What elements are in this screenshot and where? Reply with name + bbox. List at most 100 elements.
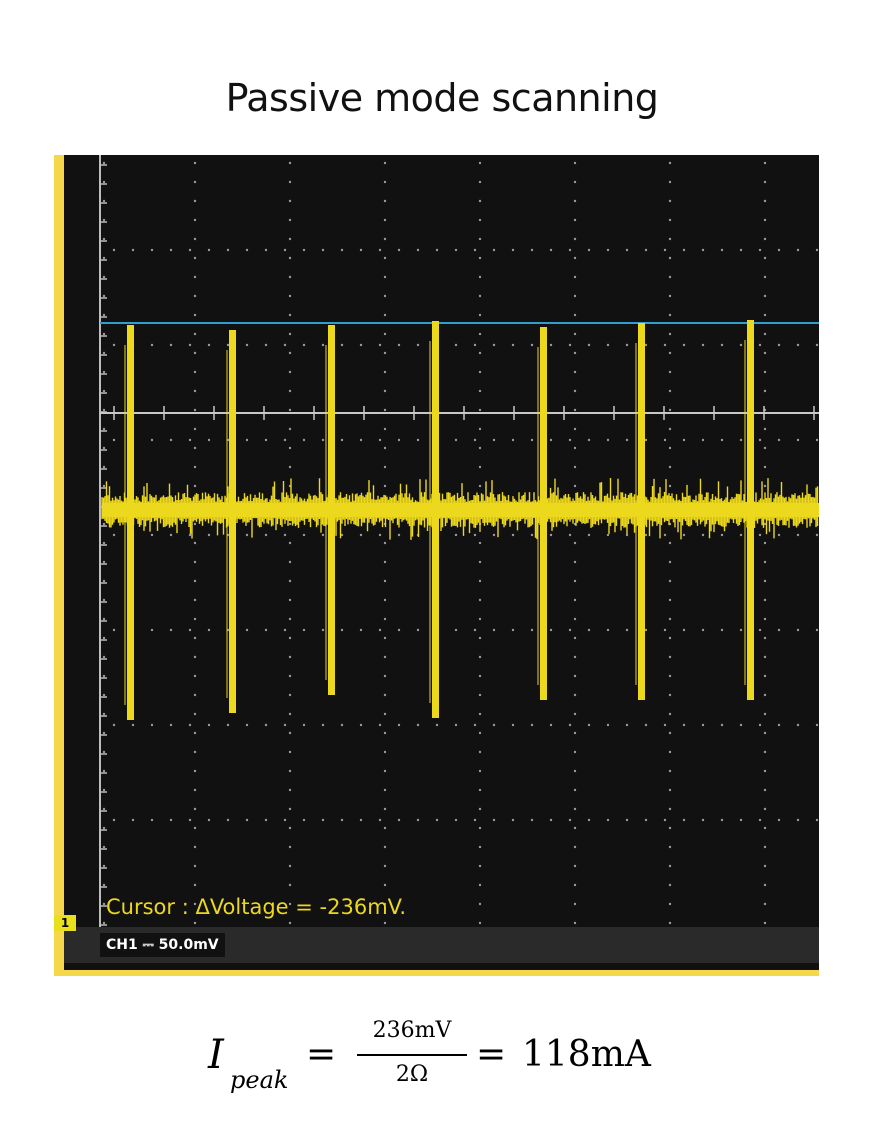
grid-dot (102, 769, 106, 773)
grid-dot (682, 628, 686, 632)
grid-dot (288, 750, 292, 754)
grid-dot (397, 818, 401, 822)
grid-dot (625, 818, 629, 822)
grid-dot (473, 438, 477, 442)
grid-dot (511, 628, 515, 632)
grid-dot (264, 248, 268, 252)
grid-dot (549, 343, 553, 347)
grid-dot (668, 541, 672, 545)
grid-dot (102, 522, 106, 526)
grid-dot (102, 712, 106, 716)
grid-dot (102, 636, 106, 640)
grid-dot (288, 883, 292, 887)
grid-dot (102, 465, 106, 469)
grid-dot (492, 818, 496, 822)
grid-dot (416, 723, 420, 727)
grid-dot (777, 723, 781, 727)
grid-dot (102, 332, 106, 336)
grid-dot (112, 818, 116, 822)
grid-dot (226, 248, 230, 252)
grid-dot (758, 533, 762, 537)
grid-dot (663, 343, 667, 347)
grid-dot (763, 674, 767, 678)
channel-scale-label[interactable]: CH1 ⎓ 50.0mV (100, 933, 225, 957)
grid-dot (573, 579, 577, 583)
grid-dot (193, 294, 197, 298)
grid-dot (383, 294, 387, 298)
grid-dot (193, 237, 197, 241)
grid-dot (478, 712, 482, 716)
grid-dot (321, 248, 325, 252)
grid-dot (378, 343, 382, 347)
grid-dot (720, 723, 724, 727)
grid-dot (573, 275, 577, 279)
grid-dot (454, 723, 458, 727)
grid-dot (288, 788, 292, 792)
grid-dot (668, 598, 672, 602)
grid-dot (193, 845, 197, 849)
grid-dot (193, 617, 197, 621)
grid-dot (288, 313, 292, 317)
grid-dot (102, 351, 106, 355)
grid-dot (668, 332, 672, 336)
grid-dot (150, 723, 154, 727)
grid-dot (758, 343, 762, 347)
grid-dot (478, 427, 482, 431)
grid-dot (340, 343, 344, 347)
grid-dot (668, 446, 672, 450)
grid-dot (763, 617, 767, 621)
grid-dot (478, 199, 482, 203)
grid-dot (102, 579, 106, 583)
grid-dot (573, 313, 577, 317)
grid-dot (288, 674, 292, 678)
grid-dot (397, 248, 401, 252)
grid-dot (511, 248, 515, 252)
grid-dot (668, 294, 672, 298)
formula-fraction-bar (357, 1054, 467, 1056)
grid-dot (573, 237, 577, 241)
grid-dot (530, 628, 534, 632)
grid-dot (682, 723, 686, 727)
grid-dot (668, 731, 672, 735)
waveform-plot (99, 155, 819, 927)
grid-dot (193, 655, 197, 659)
grid-dot (573, 332, 577, 336)
grid-dot (682, 438, 686, 442)
grid-dot (102, 199, 106, 203)
grid-dot (668, 655, 672, 659)
grid-dot (383, 921, 387, 925)
grid-dot (340, 723, 344, 727)
grid-dot (511, 438, 515, 442)
formula-equals: = (306, 1034, 337, 1075)
formula-lhs: I (208, 1032, 224, 1078)
grid-dot (102, 313, 106, 317)
grid-dot (668, 845, 672, 849)
grid-dot (549, 723, 553, 727)
grid-dot (530, 438, 534, 442)
grid-dot (625, 723, 629, 727)
grid-dot (102, 731, 106, 735)
channel-1-ground-marker-icon[interactable]: 1 (54, 915, 76, 931)
grid-dot (383, 180, 387, 184)
grid-dot (668, 921, 672, 925)
grid-dot (340, 628, 344, 632)
grid-dot (478, 788, 482, 792)
grid-dot (668, 313, 672, 317)
grid-dot (383, 693, 387, 697)
grid-dot (207, 628, 211, 632)
grid-dot (739, 533, 743, 537)
grid-dot (340, 248, 344, 252)
grid-dot (492, 628, 496, 632)
grid-dot (478, 674, 482, 678)
grid-dot (668, 180, 672, 184)
grid-dot (530, 343, 534, 347)
grid-dot (777, 343, 781, 347)
grid-dot (264, 438, 268, 442)
grid-dot (668, 579, 672, 583)
grid-dot (150, 533, 154, 537)
trace-spike (328, 325, 335, 695)
grid-dot (763, 484, 767, 488)
grid-dot (302, 628, 306, 632)
grid-dot (454, 628, 458, 632)
grid-dot (383, 826, 387, 830)
